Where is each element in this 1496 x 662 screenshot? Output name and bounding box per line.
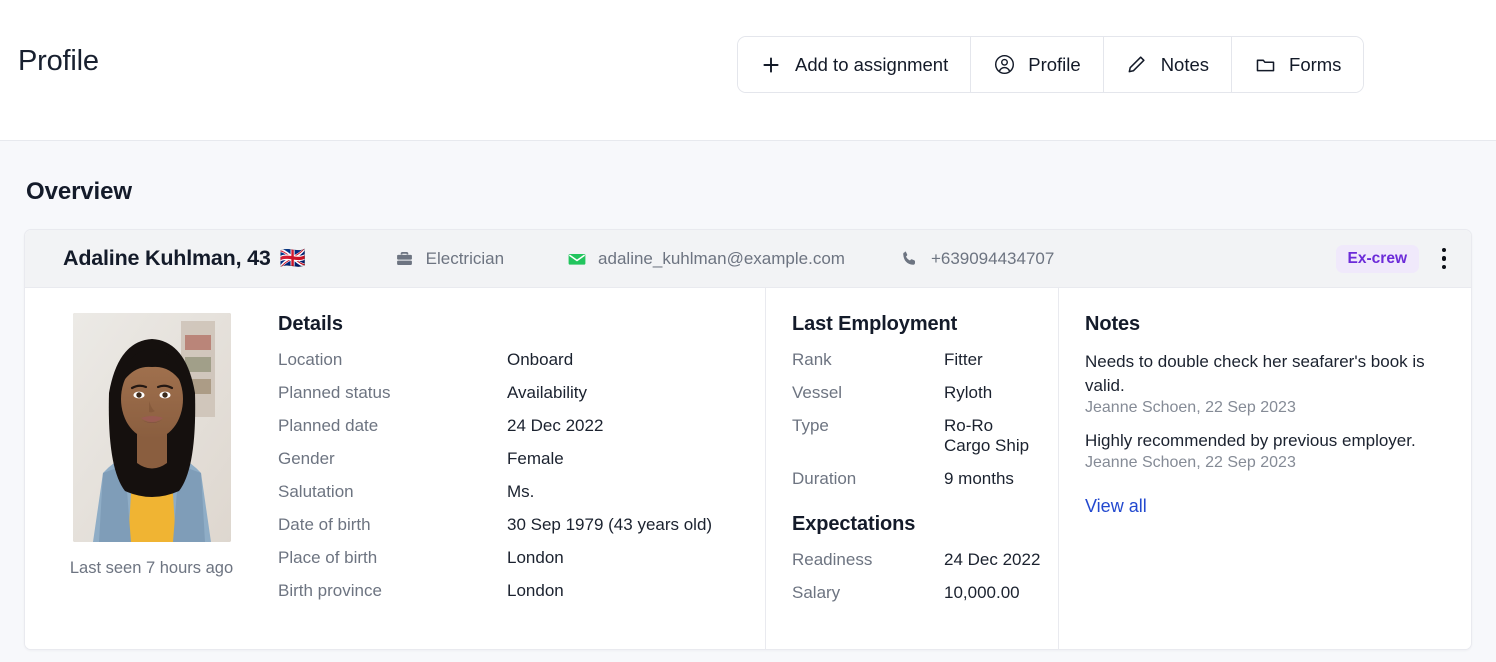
content-area: Overview Adaline Kuhlman, 43 🇬🇧 Electric…: [0, 178, 1496, 650]
user-circle-icon: [993, 54, 1015, 76]
expectation-value: 24 Dec 2022: [944, 550, 1041, 569]
detail-row: Birth province London: [278, 581, 741, 601]
plus-icon: [760, 54, 782, 76]
detail-row: Salutation Ms.: [278, 482, 741, 502]
detail-label: Planned status: [278, 383, 391, 402]
add-to-assignment-button[interactable]: Add to assignment: [738, 37, 972, 92]
note-meta: Jeanne Schoen, 22 Sep 2023: [1085, 399, 1296, 417]
note-text: Highly recommended by previous employer.: [1085, 431, 1416, 451]
forms-button-label: Forms: [1289, 53, 1342, 75]
avatar: [72, 313, 231, 542]
profile-page: Profile Add to assignment Profile Notes …: [0, 0, 1496, 662]
detail-row: Date of birth 30 Sep 1979 (43 years old): [278, 515, 741, 535]
expectation-value: 10,000.00: [944, 583, 1020, 602]
employment-value: 9 months: [944, 469, 1014, 488]
person-name: Adaline Kuhlman, 43 🇬🇧: [63, 246, 306, 271]
details-column: Details Location Onboard Planned status …: [278, 288, 765, 649]
detail-value: London: [507, 581, 564, 600]
overview-card: Adaline Kuhlman, 43 🇬🇧 Electrician adali…: [24, 229, 1472, 650]
note-item: Needs to double check her seafarer's boo…: [1085, 350, 1449, 417]
note-meta: Jeanne Schoen, 22 Sep 2023: [1085, 454, 1296, 472]
detail-label: Gender: [278, 449, 335, 468]
phone-icon: [899, 248, 921, 270]
expectation-label: Readiness: [792, 550, 873, 569]
person-phone-label: +639094434707: [930, 248, 1055, 268]
add-to-assignment-label: Add to assignment: [795, 53, 949, 75]
expectation-row: Salary 10,000.00: [792, 583, 1044, 603]
person-phone[interactable]: +639094434707: [899, 248, 1054, 270]
detail-row: Place of birth London: [278, 548, 741, 568]
detail-value: Female: [507, 449, 564, 468]
expectation-row: Readiness 24 Dec 2022: [792, 550, 1044, 570]
detail-value: London: [507, 548, 564, 567]
person-email-label: adaline_kuhlman@example.com: [598, 248, 845, 268]
header-action-group: Add to assignment Profile Notes Forms: [737, 36, 1365, 93]
detail-label: Location: [278, 350, 343, 369]
employment-label: Type: [792, 416, 829, 435]
detail-value: Onboard: [507, 350, 574, 369]
note-item: Highly recommended by previous employer.…: [1085, 429, 1449, 472]
forms-button[interactable]: Forms: [1232, 37, 1364, 92]
notes-button-label: Notes: [1160, 53, 1210, 75]
employment-value: Ro-Ro Cargo Ship: [944, 416, 1030, 455]
detail-label: Planned date: [278, 416, 379, 435]
notes-title: Notes: [1085, 313, 1141, 335]
expectations-title: Expectations: [792, 513, 916, 535]
detail-label: Birth province: [278, 581, 382, 600]
detail-row: Planned status Availability: [278, 383, 741, 403]
employment-value: Fitter: [944, 350, 983, 369]
profile-button[interactable]: Profile: [971, 37, 1104, 92]
briefcase-icon: [394, 248, 416, 270]
top-bar: Profile Add to assignment Profile Notes …: [0, 0, 1496, 141]
profile-button-label: Profile: [1028, 53, 1081, 75]
more-options-icon[interactable]: [1431, 244, 1457, 274]
details-title: Details: [278, 313, 343, 335]
notes-column: Notes Needs to double check her seafarer…: [1058, 288, 1471, 649]
detail-value: Availability: [507, 383, 588, 402]
photo-column: Last seen 7 hours ago: [25, 288, 278, 649]
last-seen-label: Last seen 7 hours ago: [69, 559, 234, 577]
employment-label: Duration: [792, 469, 857, 488]
person-rank: Electrician: [394, 248, 504, 270]
person-name-label: Adaline Kuhlman, 43: [63, 246, 271, 270]
employment-column: Last Employment Rank Fitter Vessel Rylot…: [765, 288, 1058, 649]
employment-row: Type Ro-Ro Cargo Ship: [792, 416, 1044, 456]
detail-value: Ms.: [507, 482, 535, 501]
employment-row: Vessel Ryloth: [792, 383, 1044, 403]
employment-value: Ryloth: [944, 383, 993, 402]
employment-label: Rank: [792, 350, 832, 369]
uk-flag-icon: 🇬🇧: [279, 247, 306, 270]
note-text: Needs to double check her seafarer's boo…: [1085, 352, 1425, 396]
detail-label: Date of birth: [278, 515, 371, 534]
pencil-icon: [1126, 54, 1148, 76]
detail-label: Salutation: [278, 482, 354, 501]
detail-row: Location Onboard: [278, 350, 741, 370]
expectation-label: Salary: [792, 583, 841, 602]
employment-row: Rank Fitter: [792, 350, 1044, 370]
overview-card-body: Last seen 7 hours ago Details Location O…: [25, 288, 1471, 649]
employment-label: Vessel: [792, 383, 843, 402]
person-rank-label: Electrician: [425, 248, 505, 268]
status-badge: Ex-crew: [1335, 244, 1419, 273]
overview-heading: Overview: [26, 178, 132, 205]
employment-row: Duration 9 months: [792, 469, 1044, 489]
detail-row: Planned date 24 Dec 2022: [278, 416, 741, 436]
detail-value: 30 Sep 1979 (43 years old): [507, 515, 713, 534]
envelope-icon: [566, 248, 588, 270]
page-title: Profile: [18, 45, 99, 77]
detail-label: Place of birth: [278, 548, 378, 567]
person-email[interactable]: adaline_kuhlman@example.com: [566, 248, 845, 270]
person-summary-bar: Adaline Kuhlman, 43 🇬🇧 Electrician adali…: [25, 230, 1471, 288]
notes-button[interactable]: Notes: [1103, 37, 1233, 92]
detail-value: 24 Dec 2022: [507, 416, 604, 435]
last-employment-title: Last Employment: [792, 313, 958, 335]
folder-icon: [1254, 54, 1276, 76]
view-all-notes-link[interactable]: View all: [1085, 496, 1147, 517]
detail-row: Gender Female: [278, 449, 741, 469]
